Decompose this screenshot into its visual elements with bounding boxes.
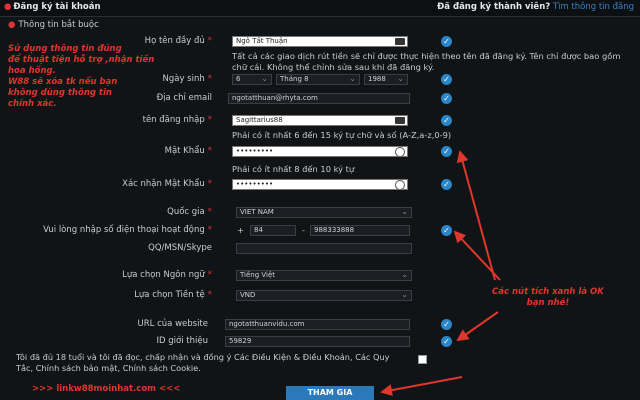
arrow-to-phone-check <box>453 230 501 281</box>
arrow-to-submit <box>380 376 463 397</box>
annotation-arrows <box>380 150 501 397</box>
arrow-to-referral-check <box>456 311 499 342</box>
arrow-to-password-check <box>456 150 496 281</box>
